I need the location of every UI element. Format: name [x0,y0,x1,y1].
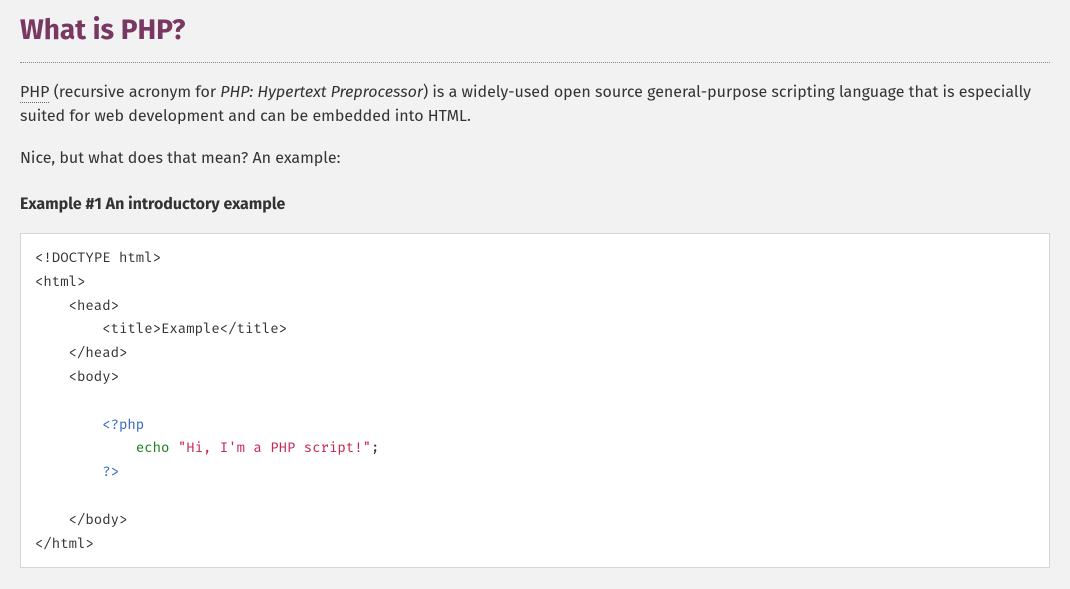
code-line: </html> [35,535,94,552]
intro-acronym-expansion: PHP: Hypertext Preprocessor [220,83,423,102]
php-semicolon: ; [371,439,379,456]
code-line: <html> [35,273,85,290]
page-title: What is PHP? [20,10,1050,63]
code-indent [35,463,102,480]
code-line: </head> [35,344,127,361]
php-string-literal: "Hi, I'm a PHP script!" [178,439,371,456]
php-echo-keyword: echo [136,439,178,456]
code-indent [35,416,102,433]
intro-text-before: (recursive acronym for [49,83,220,102]
php-open-tag: <?php [102,416,144,433]
intro-paragraph-1: PHP (recursive acronym for PHP: Hypertex… [20,81,1050,129]
code-line: <!DOCTYPE html> [35,249,161,266]
intro-paragraph-2: Nice, but what does that mean? An exampl… [20,147,1050,171]
php-abbr: PHP [20,83,49,103]
code-example: <!DOCTYPE html> <html> <head> <title>Exa… [20,233,1050,568]
code-line: <body> [35,368,119,385]
code-line: <head> [35,297,119,314]
php-close-tag: ?> [102,463,119,480]
example-label: Example #1 An introductory example [20,193,1050,217]
code-line: </body> [35,511,127,528]
code-indent [35,439,136,456]
code-line: <title>Example</title> [35,320,287,337]
